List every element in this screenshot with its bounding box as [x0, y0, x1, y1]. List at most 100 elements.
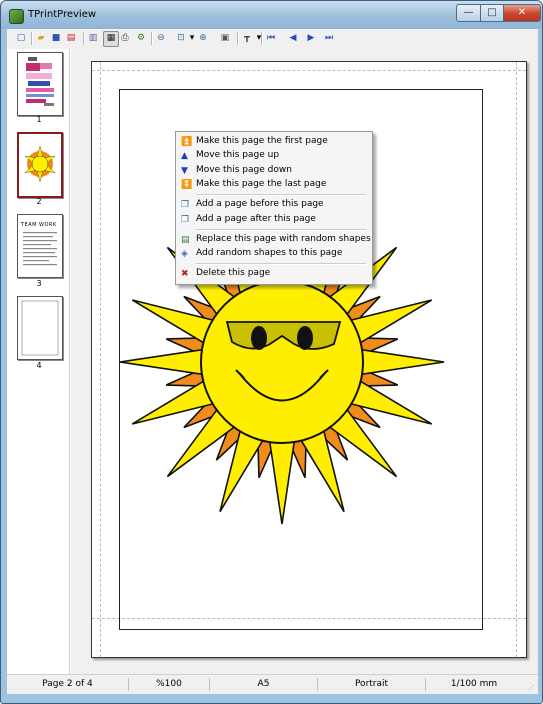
toolbar: ▢ ▰ ■ ▤ ▥ ▦ ⎙ ⚙ ⊖ ⊡ ⊕ ▣ ┳ ⏮ ◀ ▶ ⏭ ▾ ▾ — [7, 29, 538, 50]
menu-item-label: Replace this page with random shapes — [196, 233, 371, 244]
menu-item-icon: ❐ — [181, 214, 190, 225]
first-page-button[interactable]: ⏮ — [265, 32, 277, 44]
menu-item-icon: ✖ — [181, 269, 189, 280]
resize-grip-icon[interactable]: ⋰ — [528, 684, 536, 692]
grid-dropdown-arrow-icon[interactable]: ▾ — [255, 32, 263, 44]
application-window: TPrintPreview — □ ✕ ▢ ▰ ■ ▤ ▥ ▦ ⎙ ⚙ ⊖ ⊡ ⊕ ▣ ┳ ⏮ ◀ ▶ ⏭ ▾ ▾ — [0, 0, 543, 704]
status-units: 1/100 mm — [450, 679, 498, 689]
menu-item-icon: ❐ — [181, 200, 190, 211]
zoom-out-button[interactable]: ⊖ — [155, 32, 167, 44]
context-menu-item[interactable]: ▲ Move this page up — [178, 149, 368, 163]
menu-item-label: Delete this page — [196, 268, 271, 279]
toolbar-separator — [151, 32, 153, 45]
grid-button[interactable]: ┳ — [241, 32, 253, 44]
context-menu: ⏫ Make this page the first page ▲ Move this… — [175, 131, 373, 285]
sun-face — [200, 280, 364, 444]
client-area: 1 2 TEAM WORK 3 4 ⏫ Make this page the f… — [7, 49, 538, 674]
next-page-button[interactable]: ▶ — [305, 32, 317, 44]
open-icon: ▰ — [37, 33, 45, 43]
context-menu-item[interactable]: ▤ Replace this page with random shapes — [178, 233, 371, 247]
status-zoom: %100 — [129, 678, 210, 691]
sun-thumbnail — [24, 145, 56, 183]
fit-page-icon: ▣ — [220, 33, 230, 43]
menu-separator — [196, 194, 366, 197]
print-preview-button[interactable]: ▦ — [103, 31, 119, 47]
context-menu-item[interactable]: ❐ Add a page before this page — [178, 198, 368, 212]
zoom-mode-button[interactable]: ⊡ — [175, 32, 187, 44]
menu-item-icon: ▲ — [181, 151, 188, 162]
toolbar-separator — [83, 32, 85, 45]
chevron-down-icon: ▾ — [256, 33, 262, 43]
sun-ray — [267, 429, 297, 525]
menu-separator — [196, 228, 366, 231]
menu-item-label: Add a page before this page — [196, 199, 324, 210]
chevron-down-icon: ▾ — [189, 33, 195, 43]
context-menu-item[interactable]: ◈ Add random shapes to this page — [178, 247, 368, 261]
page-setup-button[interactable]: ▥ — [87, 32, 99, 44]
save-button[interactable]: ■ — [50, 32, 62, 44]
print-preview-icon: ▦ — [106, 33, 116, 43]
print-button[interactable]: ⎙ — [119, 32, 131, 44]
print-icon: ⎙ — [121, 33, 129, 43]
left-eye — [251, 326, 267, 350]
zoom-dropdown-arrow-icon[interactable]: ▾ — [188, 32, 196, 44]
fit-page-button[interactable]: ▣ — [219, 32, 231, 44]
context-menu-item[interactable]: ⏬ Make this page the last page — [178, 178, 368, 192]
new-icon: ▢ — [16, 33, 26, 43]
status-page: Page 2 of 4 — [7, 678, 129, 691]
minimize-button[interactable]: — — [456, 4, 481, 22]
menu-item-label: Add a page after this page — [196, 213, 316, 224]
context-menu-item[interactable]: ✖ Delete this page — [178, 267, 368, 281]
pdf-icon: ▤ — [66, 33, 76, 43]
page-1-preview — [26, 57, 54, 106]
zoom-in-button[interactable]: ⊕ — [197, 32, 209, 44]
page-setup-icon: ▥ — [88, 33, 98, 43]
grid-icon: ┳ — [244, 33, 250, 43]
status-paper: A5 — [210, 678, 318, 691]
menu-item-label: Make this page the last page — [196, 178, 327, 189]
save-icon: ■ — [51, 33, 61, 43]
status-orientation: Portrait — [318, 678, 426, 691]
thumbnail-heading: TEAM WORK — [21, 222, 57, 228]
context-menu-item[interactable]: ❐ Add a page after this page — [178, 213, 368, 227]
thumbnail-page-4[interactable] — [17, 296, 63, 360]
toolbar-separator — [31, 32, 33, 45]
menu-item-label: Move this page down — [196, 164, 292, 175]
pdf-button[interactable]: ▤ — [65, 32, 77, 44]
prev-page-icon: ◀ — [289, 33, 297, 43]
menu-item-icon: ▤ — [181, 234, 190, 245]
next-page-icon: ▶ — [307, 33, 315, 43]
prev-page-button[interactable]: ◀ — [287, 32, 299, 44]
menu-item-icon: ⏬ — [181, 179, 193, 190]
app-icon — [9, 9, 24, 24]
preview-area[interactable]: ⏫ Make this page the first page ▲ Move this… — [71, 49, 538, 674]
menu-item-icon: ⏫ — [181, 137, 193, 147]
thumbnail-label: 1 — [36, 115, 42, 124]
zoom-mode-icon: ⊡ — [177, 33, 185, 43]
thumbnail-panel: 1 2 TEAM WORK 3 4 — [7, 49, 70, 674]
context-menu-item[interactable]: ⏫ Make this page the first page — [178, 135, 368, 149]
print-setup-button[interactable]: ⚙ — [135, 32, 147, 44]
last-page-button[interactable]: ⏭ — [323, 32, 335, 44]
new-button[interactable]: ▢ — [15, 32, 27, 44]
thumbnail-page-3[interactable]: TEAM WORK — [17, 214, 63, 278]
thumbnail-page-2[interactable] — [17, 132, 63, 198]
window-title: TPrintPreview — [28, 9, 97, 20]
sun-ray — [349, 347, 445, 377]
open-button[interactable]: ▰ — [35, 32, 47, 44]
menu-item-icon: ◈ — [181, 249, 188, 260]
toolbar-separator — [237, 32, 239, 45]
context-menu-item[interactable]: ▼ Move this page down — [178, 164, 368, 178]
close-button[interactable]: ✕ — [503, 4, 541, 22]
maximize-button[interactable]: □ — [480, 4, 504, 22]
print-setup-icon: ⚙ — [136, 33, 146, 43]
first-page-icon: ⏮ — [266, 33, 276, 43]
thumbnail-page-1[interactable] — [17, 52, 63, 116]
thumbnail-label: 4 — [36, 361, 42, 370]
menu-item-icon: ▼ — [181, 165, 188, 176]
thumbnail-label: 3 — [36, 279, 42, 288]
last-page-icon: ⏭ — [324, 33, 334, 43]
right-eye — [297, 326, 313, 350]
status-bar: Page 2 of 4 %100 A5 Portrait 1/100 mm ⋰ — [7, 674, 538, 694]
title-bar[interactable]: TPrintPreview — □ ✕ — [1, 1, 542, 29]
